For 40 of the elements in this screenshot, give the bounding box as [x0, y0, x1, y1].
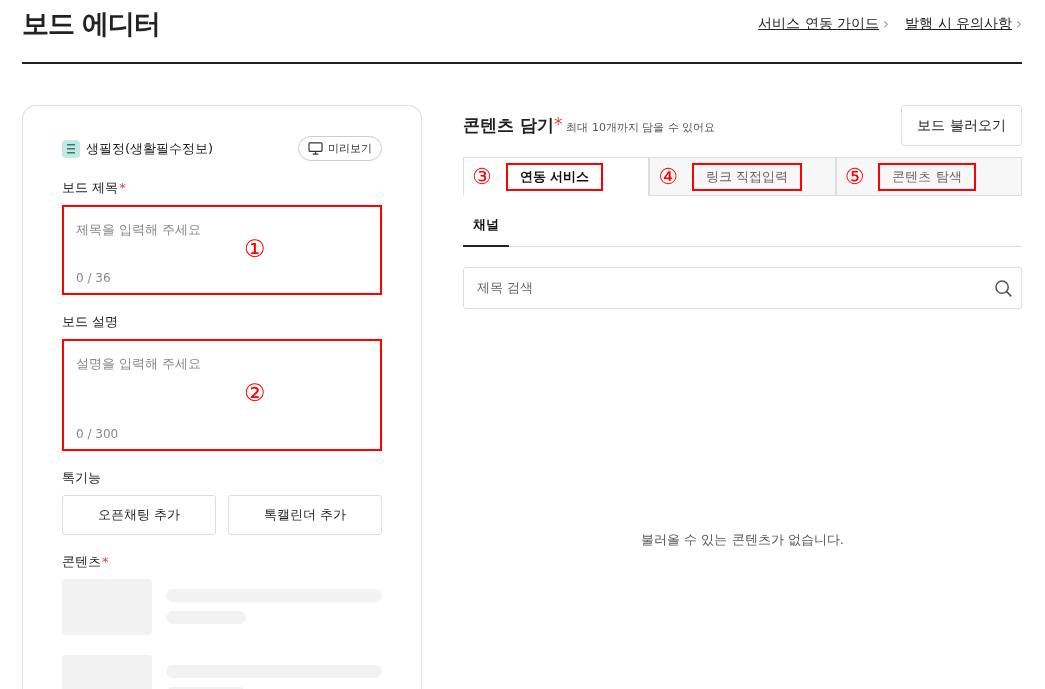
- add-button[interactable]: 오픈채팅 추가: [62, 495, 216, 535]
- text-field[interactable]: 설명을 입력해 주세요 ② 0 / 300: [62, 339, 382, 451]
- required-mark: *: [119, 180, 126, 195]
- tab-label: 콘텐츠 탐색: [878, 162, 976, 191]
- required-mark: *: [553, 114, 563, 134]
- add-button[interactable]: 톡캘린더 추가: [228, 495, 382, 535]
- channel-logo-icon: [62, 139, 80, 158]
- callout-number: ④: [658, 164, 679, 189]
- tab-label: 연동 서비스: [505, 162, 604, 191]
- empty-message: 불러올 수 있는 콘텐츠가 없습니다.: [640, 531, 845, 549]
- character-counter: 0 / 36: [76, 271, 112, 285]
- placeholder-text: 설명을 입력해 주세요: [76, 355, 203, 373]
- search-field[interactable]: 제목 검색: [463, 267, 1022, 309]
- field-label: 보드 제목: [62, 180, 119, 195]
- text-field[interactable]: 제목을 입력해 주세요 ① 0 / 36: [62, 205, 382, 295]
- field-label: 보드 설명: [62, 314, 119, 329]
- field-label: 톡기능: [62, 470, 101, 485]
- tab[interactable]: ③ 연동 서비스: [463, 157, 650, 196]
- load-board-button[interactable]: 보드 불러오기: [901, 105, 1022, 146]
- callout-number: ②: [244, 379, 266, 407]
- preview-button[interactable]: 미리보기: [298, 136, 382, 161]
- required-mark: *: [102, 554, 109, 569]
- hint-text: 최대 10개까지 담을 수 있어요: [566, 120, 716, 135]
- field-label: 콘텐츠: [62, 554, 101, 569]
- page-title: 보드 에디터: [22, 7, 161, 41]
- monitor-icon: [308, 142, 323, 155]
- search-icon[interactable]: [994, 278, 1013, 298]
- callout-number: ③: [472, 164, 492, 189]
- placeholder-text: 제목을 입력해 주세요: [76, 221, 203, 239]
- tab[interactable]: ⑤ 콘텐츠 탐색: [835, 157, 1022, 196]
- section-title: 콘텐츠 담기: [463, 114, 554, 137]
- subtab[interactable]: 채널: [463, 206, 509, 247]
- header-link[interactable]: 발행 시 유의사항 ›: [905, 15, 1022, 33]
- character-counter: 0 / 300: [76, 427, 120, 441]
- channel-name: 생필정(생활필수정보): [86, 139, 214, 158]
- callout-number: ①: [244, 235, 266, 263]
- header-link[interactable]: 서비스 연동 가이드 ›: [758, 15, 890, 33]
- tab-label: 링크 직접입력: [692, 162, 803, 191]
- callout-number: ⑤: [844, 164, 865, 189]
- tab[interactable]: ④ 링크 직접입력: [649, 157, 836, 196]
